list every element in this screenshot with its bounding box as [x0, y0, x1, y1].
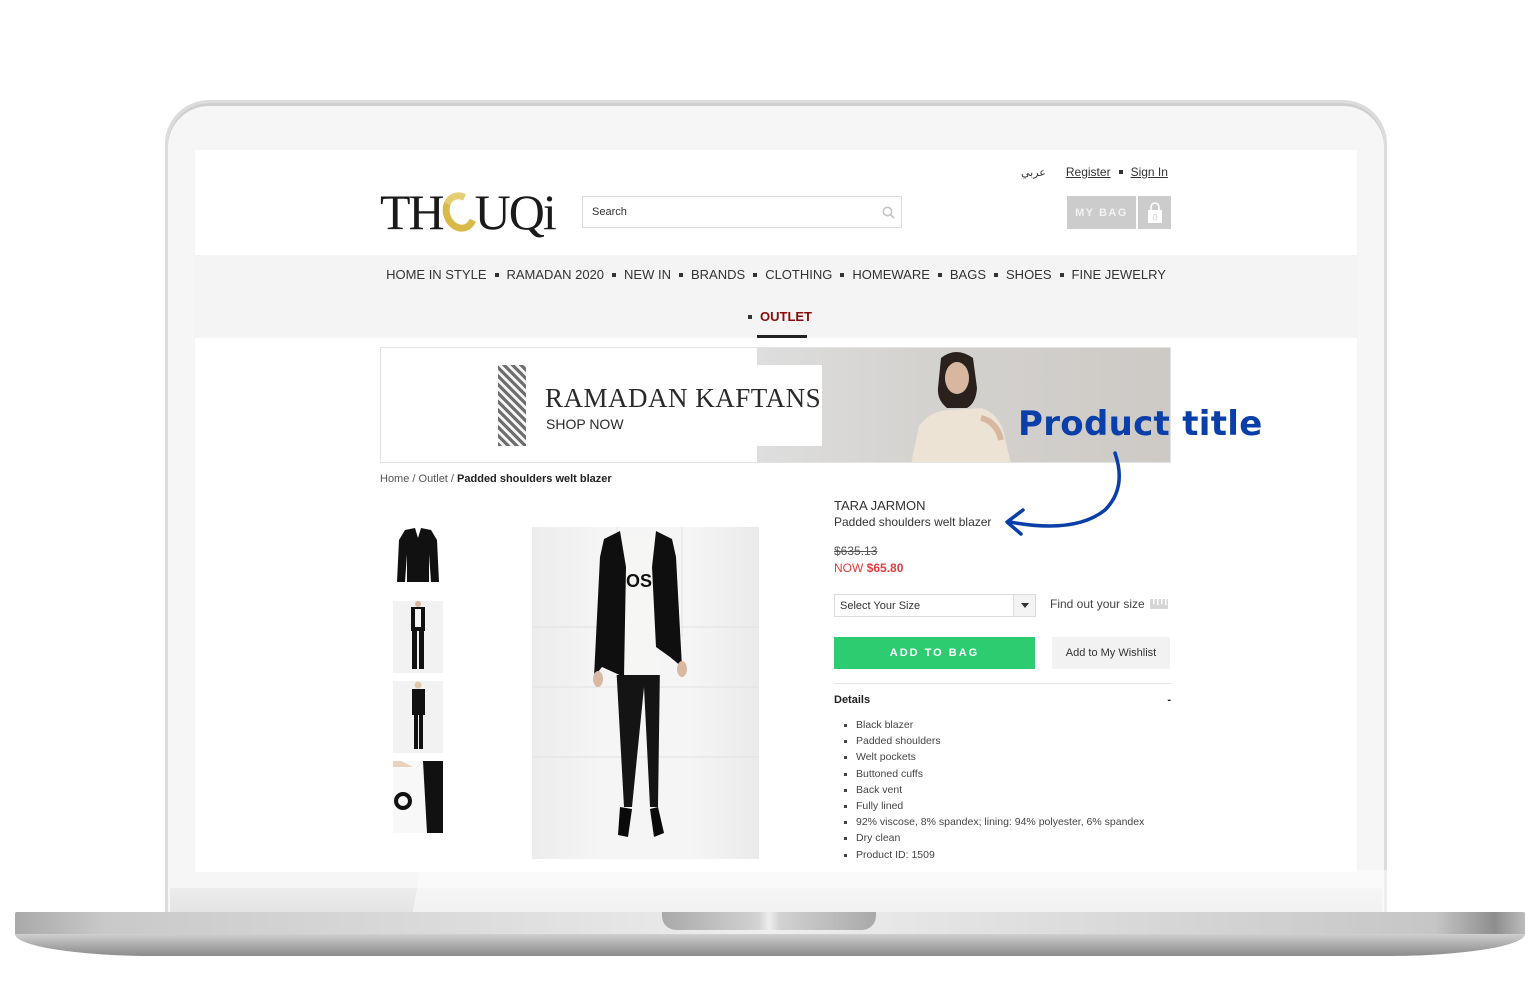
nav-separator	[937, 272, 942, 277]
dropdown-caret-icon[interactable]	[1013, 595, 1035, 616]
nav-separator	[494, 272, 499, 277]
details-accordion-header[interactable]: Details -	[834, 694, 1171, 706]
bag-count: 0	[1152, 212, 1157, 222]
detail-item: Welt pockets	[844, 749, 1144, 765]
banner-pattern-decoration	[498, 365, 526, 446]
thumbnail-blazer-flat[interactable]	[393, 526, 443, 586]
active-nav-indicator	[757, 335, 807, 338]
nav-item-outlet[interactable]: OUTLET	[760, 309, 812, 324]
product-main-image[interactable]: OS	[532, 527, 759, 859]
search-icon[interactable]	[875, 206, 901, 219]
thumbnail-detail-view[interactable]	[393, 761, 443, 833]
sign-in-link[interactable]: Sign In	[1131, 165, 1168, 179]
nav-item-homeware[interactable]: HOMEWARE	[852, 267, 930, 282]
detail-item: Product ID: 1509	[844, 847, 1144, 863]
nav-row-2: OUTLET	[195, 309, 1357, 324]
thumbnail-front-view[interactable]	[393, 601, 443, 673]
breadcrumb: Home / Outlet / Padded shoulders welt bl…	[380, 473, 612, 485]
nav-row: HOME IN STYLE RAMADAN 2020 NEW IN BRANDS CLO…	[195, 267, 1357, 282]
nav-item-bags[interactable]: BAGS	[950, 267, 986, 282]
breadcrumb-home[interactable]: Home	[380, 473, 409, 485]
annotation-label: Product title	[1018, 404, 1263, 444]
nav-item-fine-jewelry[interactable]: FINE JEWELRY	[1072, 267, 1166, 282]
divider	[834, 683, 1171, 684]
shopping-bag-icon: 0	[1138, 196, 1171, 229]
shirt-print: OS	[626, 571, 652, 591]
thumbnail-side-view[interactable]	[393, 681, 443, 753]
my-bag-label: MY BAG	[1067, 196, 1136, 229]
add-to-bag-button[interactable]: ADD TO BAG	[834, 637, 1035, 669]
browser-screen: TH UQi عربي Register Sign In MY BAG 0	[195, 150, 1357, 872]
search-input[interactable]	[583, 197, 875, 227]
detail-item: Dry clean	[844, 830, 1144, 846]
breadcrumb-separator: /	[447, 473, 458, 485]
size-select-value: Select Your Size	[840, 599, 921, 612]
detail-item: Fully lined	[844, 798, 1144, 814]
nav-item-brands[interactable]: BRANDS	[691, 267, 745, 282]
nav-item-new-in[interactable]: NEW IN	[624, 267, 671, 282]
site-header: TH UQi عربي Register Sign In MY BAG 0	[195, 150, 1357, 255]
original-price: $635.13	[834, 544, 878, 558]
nav-separator	[1059, 272, 1064, 277]
nav-item-ramadan-2020[interactable]: RAMADAN 2020	[507, 267, 605, 282]
logo-uqi: UQi	[474, 184, 557, 240]
breadcrumb-outlet[interactable]: Outlet	[419, 473, 448, 485]
separator-dot	[1118, 170, 1123, 174]
size-row: Select Your Size Find out your size	[834, 594, 1171, 618]
search-box	[582, 196, 902, 228]
nav-separator	[840, 272, 845, 277]
annotation-arrow-icon	[1005, 451, 1121, 536]
detail-item: 92% viscose, 8% spandex; lining: 94% pol…	[844, 814, 1144, 830]
nav-separator	[994, 272, 999, 277]
breadcrumb-current: Padded shoulders welt blazer	[457, 473, 612, 485]
ruler-icon	[1149, 599, 1168, 609]
detail-item: Black blazer	[844, 717, 1144, 733]
sale-price: NOW $65.80	[834, 561, 1171, 575]
nav-separator	[612, 272, 617, 277]
banner-card: RAMADAN KAFTANS SHOP NOW	[498, 365, 822, 446]
detail-item: Padded shoulders	[844, 733, 1144, 749]
size-guide-label: Find out your size	[1050, 597, 1145, 611]
main-nav: HOME IN STYLE RAMADAN 2020 NEW IN BRANDS CLO…	[195, 255, 1357, 338]
logo-th: TH	[380, 184, 445, 240]
laptop-bezel	[170, 888, 1382, 913]
nav-separator	[679, 272, 683, 277]
nav-item-shoes[interactable]: SHOES	[1006, 267, 1052, 282]
details-title: Details	[834, 694, 871, 706]
size-select[interactable]: Select Your Size	[834, 594, 1036, 617]
detail-item: Back vent	[844, 782, 1144, 798]
nav-item-home-in-style[interactable]: HOME IN STYLE	[386, 267, 486, 282]
nav-separator	[748, 314, 752, 319]
my-bag-button[interactable]: MY BAG 0	[1067, 196, 1171, 229]
detail-item: Buttoned cuffs	[844, 766, 1144, 782]
details-list: Black blazer Padded shoulders Welt pocke…	[844, 717, 1144, 863]
collapse-toggle-icon[interactable]: -	[1167, 694, 1171, 706]
size-guide-link[interactable]: Find out your size	[1050, 597, 1168, 611]
language-arabic-link[interactable]: عربي	[1021, 166, 1046, 179]
sale-price-value: $65.80	[866, 561, 904, 575]
laptop-base-lip	[15, 934, 1525, 956]
register-link[interactable]: Register	[1066, 165, 1111, 179]
banner-title: RAMADAN KAFTANS	[545, 383, 822, 413]
thumbnail-list	[393, 526, 443, 841]
banner-model-image	[911, 352, 1011, 462]
add-to-wishlist-button[interactable]: Add to My Wishlist	[1052, 637, 1170, 669]
nav-item-clothing[interactable]: CLOTHING	[765, 267, 832, 282]
breadcrumb-separator: /	[409, 473, 419, 485]
nav-separator	[753, 272, 758, 277]
banner-shop-now-link[interactable]: SHOP NOW	[546, 416, 624, 432]
laptop-hinge-notch	[662, 912, 876, 930]
site-logo[interactable]: TH UQi	[380, 184, 557, 240]
sale-label: NOW	[834, 561, 864, 575]
account-links: عربي Register Sign In	[1021, 165, 1168, 179]
